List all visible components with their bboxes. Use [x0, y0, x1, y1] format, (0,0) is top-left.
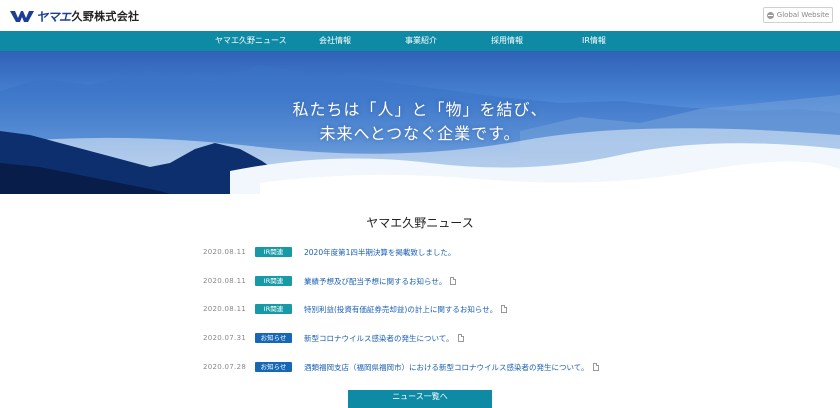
category-badge: お知らせ	[255, 362, 292, 372]
nav-item-business[interactable]: 事業紹介	[405, 31, 437, 51]
category-badge: IR関連	[255, 304, 292, 314]
category-badge: IR関連	[255, 276, 292, 286]
news-link[interactable]: 新型コロナウイルス感染者の発生について。	[304, 333, 454, 344]
news-link[interactable]: 酒類福岡支店（福岡県福岡市）における新型コロナウイルス感染者の発生について。	[304, 362, 589, 373]
news-date: 2020.08.11	[203, 277, 247, 285]
main-nav: ヤマエ久野ニュース 会社情報 事業紹介 採用情報 IR情報	[0, 31, 840, 51]
news-date: 2020.08.11	[203, 305, 247, 313]
logo-katakana: ヤマエ	[36, 9, 71, 24]
news-item: 2020.08.11 IR関連 業績予想及び配当予想に関するお知らせ。	[203, 275, 457, 287]
nav-item-news[interactable]: ヤマエ久野ニュース	[215, 31, 287, 51]
hero-line-2: 未来へとつなぐ企業です。	[319, 124, 521, 143]
news-list-button[interactable]: ニュース一覧へ	[348, 390, 492, 408]
site-header: ヤマエ 久野株式会社 Global Website	[0, 0, 840, 31]
news-item: 2020.08.11 IR関連 2020年度第1四半期決算を掲載致しました。	[203, 246, 455, 258]
company-logo[interactable]: ヤマエ 久野株式会社	[10, 8, 139, 24]
logo-company-name: 久野株式会社	[71, 10, 140, 23]
hero-catchphrase: 私たちは「人」と「物」を結び、 未来へとつなぐ企業です。	[0, 98, 840, 146]
news-link[interactable]: 特別利益(投資有価証券売却益)の計上に関するお知らせ。	[304, 304, 497, 315]
news-link[interactable]: 2020年度第1四半期決算を掲載致しました。	[304, 247, 455, 258]
news-item: 2020.08.11 IR関連 特別利益(投資有価証券売却益)の計上に関するお知…	[203, 303, 508, 315]
news-section-title: ヤマエ久野ニュース	[366, 216, 474, 230]
news-link[interactable]: 業績予想及び配当予想に関するお知らせ。	[304, 276, 446, 287]
nav-item-company[interactable]: 会社情報	[319, 31, 351, 51]
category-badge: お知らせ	[255, 333, 292, 343]
news-date: 2020.07.28	[203, 363, 247, 371]
news-date: 2020.08.11	[203, 248, 247, 256]
hero-line-1: 私たちは「人」と「物」を結び、	[292, 100, 548, 119]
hero-banner: 私たちは「人」と「物」を結び、 未来へとつなぐ企業です。	[0, 51, 840, 194]
nav-item-recruit[interactable]: 採用情報	[491, 31, 523, 51]
pdf-icon[interactable]	[501, 305, 508, 313]
global-website-label: Global Website	[776, 11, 830, 19]
nav-item-ir[interactable]: IR情報	[582, 31, 606, 51]
pdf-icon[interactable]	[592, 363, 599, 371]
news-item: 2020.07.31 お知らせ 新型コロナウイルス感染者の発生について。	[203, 332, 464, 344]
news-item: 2020.07.28 お知らせ 酒類福岡支店（福岡県福岡市）における新型コロナウ…	[203, 361, 599, 373]
global-website-button[interactable]: Global Website	[763, 7, 833, 23]
globe-icon	[766, 11, 774, 19]
pdf-icon[interactable]	[457, 334, 464, 342]
news-date: 2020.07.31	[203, 334, 247, 342]
pdf-icon[interactable]	[450, 277, 457, 285]
yamae-logo-mark-icon	[10, 11, 34, 22]
category-badge: IR関連	[255, 247, 292, 257]
